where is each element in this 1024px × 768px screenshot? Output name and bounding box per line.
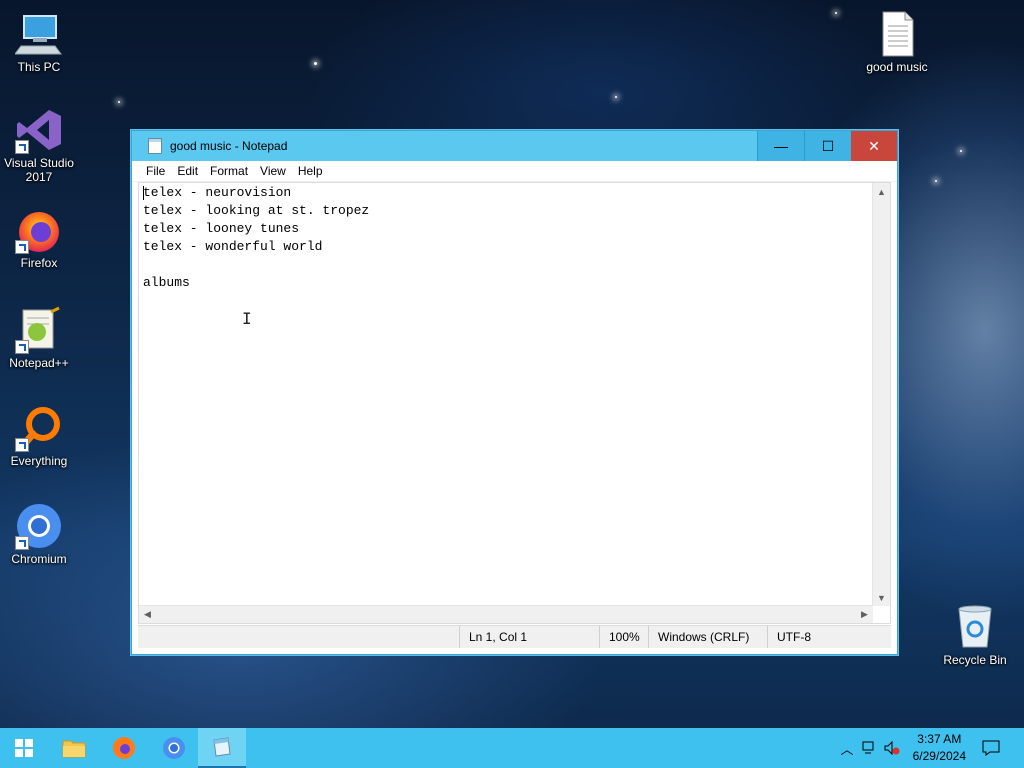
shortcut-arrow-icon [15,536,29,550]
ibeam-cursor-icon: I [242,309,252,328]
taskbar: ︿ 3:37 AM 6/29/2024 [0,728,1024,768]
firefox-icon [15,206,63,254]
chromium-icon [163,737,185,759]
status-encoding: UTF-8 [767,626,811,648]
status-line-ending: Windows (CRLF) [648,626,749,648]
text-line: telex - neurovision [143,185,292,200]
vertical-scrollbar[interactable]: ▲ ▼ [872,183,890,606]
desktop-icon-label: Notepad++ [9,356,69,370]
scroll-right-icon[interactable]: ▶ [856,606,873,623]
star [960,150,962,152]
desktop-icon-everything[interactable]: Everything [1,404,77,468]
desktop-icon-this-pc[interactable]: This PC [1,10,77,74]
taskbar-file-explorer[interactable] [50,728,98,768]
title-bar[interactable]: good music - Notepad — ☐ ✕ [132,131,897,161]
text-line: telex - wonderful world [143,239,323,254]
chromium-icon [15,502,63,550]
star [615,96,617,98]
text-line: telex - looney tunes [143,221,300,236]
text-file-icon [873,10,921,58]
text-caret [143,186,144,200]
recycle-bin-icon [951,603,999,651]
star [935,180,937,182]
firefox-icon [113,737,135,759]
taskbar-notepad[interactable] [198,728,246,768]
desktop-icon-good-music[interactable]: good music [858,10,936,74]
menu-bar: File Edit Format View Help [132,161,897,182]
chevron-up-icon[interactable]: ︿ [838,739,856,758]
status-position: Ln 1, Col 1 [459,626,527,648]
shortcut-arrow-icon [15,340,29,354]
window-controls: — ☐ ✕ [757,131,897,161]
text-line: telex - looking at st. tropez [143,203,370,218]
maximize-button[interactable]: ☐ [804,131,851,161]
status-bar: Ln 1, Col 1 100% Windows (CRLF) UTF-8 [138,625,891,648]
desktop-icon-label: Recycle Bin [943,653,1007,667]
desktop-icon-notepad-plus-plus[interactable]: Notepad++ [1,306,77,370]
menu-help[interactable]: Help [292,164,329,178]
minimize-button[interactable]: — [757,131,804,161]
desktop-icon-label: Everything [10,454,68,468]
start-icon [15,739,33,757]
volume-muted-icon[interactable] [884,741,900,755]
notification-button[interactable] [982,728,1000,768]
text-line: albums [143,275,190,290]
clock-date: 6/29/2024 [912,749,966,763]
shortcut-arrow-icon [15,438,29,452]
text-line [143,256,872,274]
system-tray: ︿ [838,728,900,768]
window-title: good music - Notepad [170,139,288,153]
desktop-icon-visual-studio[interactable]: Visual Studio 2017 [1,106,77,184]
menu-format[interactable]: Format [204,164,254,178]
text-editor[interactable]: telex - neurovision telex - looking at s… [138,182,891,624]
shortcut-arrow-icon [15,140,29,154]
notepad-window: good music - Notepad — ☐ ✕ File Edit For… [131,130,898,655]
network-icon[interactable] [862,741,878,755]
star [118,101,120,103]
taskbar-clock[interactable]: 3:37 AM 6/29/2024 [913,731,966,765]
notepad-plus-plus-icon [15,306,63,354]
desktop-icon-label: Visual Studio 2017 [4,156,74,184]
desktop-icon-label: Firefox [20,256,58,270]
desktop-icon-chromium[interactable]: Chromium [1,502,77,566]
scroll-left-icon[interactable]: ◀ [139,606,156,623]
scroll-up-icon[interactable]: ▲ [873,183,890,200]
clock-time: 3:37 AM [917,732,962,746]
shortcut-arrow-icon [15,240,29,254]
close-button[interactable]: ✕ [851,131,897,161]
desktop-icon-label: This PC [17,60,61,74]
star [314,62,317,65]
everything-search-icon [15,404,63,452]
computer-icon [14,10,63,58]
file-explorer-icon [62,740,86,758]
notepad-icon [148,138,162,154]
menu-file[interactable]: File [140,164,171,178]
desktop-icon-recycle-bin[interactable]: Recycle Bin [936,603,1014,667]
text-content[interactable]: telex - neurovision telex - looking at s… [143,183,872,606]
star [835,12,837,14]
desktop-icon-label: Chromium [11,552,67,566]
visual-studio-icon [15,106,63,154]
taskbar-chromium[interactable] [150,728,198,768]
desktop-icon-label: good music [866,60,928,74]
desktop-icon-firefox[interactable]: Firefox [1,206,77,270]
notification-icon [982,740,1000,756]
notepad-icon [213,737,231,757]
menu-edit[interactable]: Edit [171,164,204,178]
taskbar-firefox[interactable] [100,728,148,768]
horizontal-scrollbar[interactable]: ◀ ▶ [139,605,873,623]
status-zoom: 100% [599,626,640,648]
start-button[interactable] [0,728,48,768]
scroll-down-icon[interactable]: ▼ [873,589,890,606]
menu-view[interactable]: View [254,164,292,178]
